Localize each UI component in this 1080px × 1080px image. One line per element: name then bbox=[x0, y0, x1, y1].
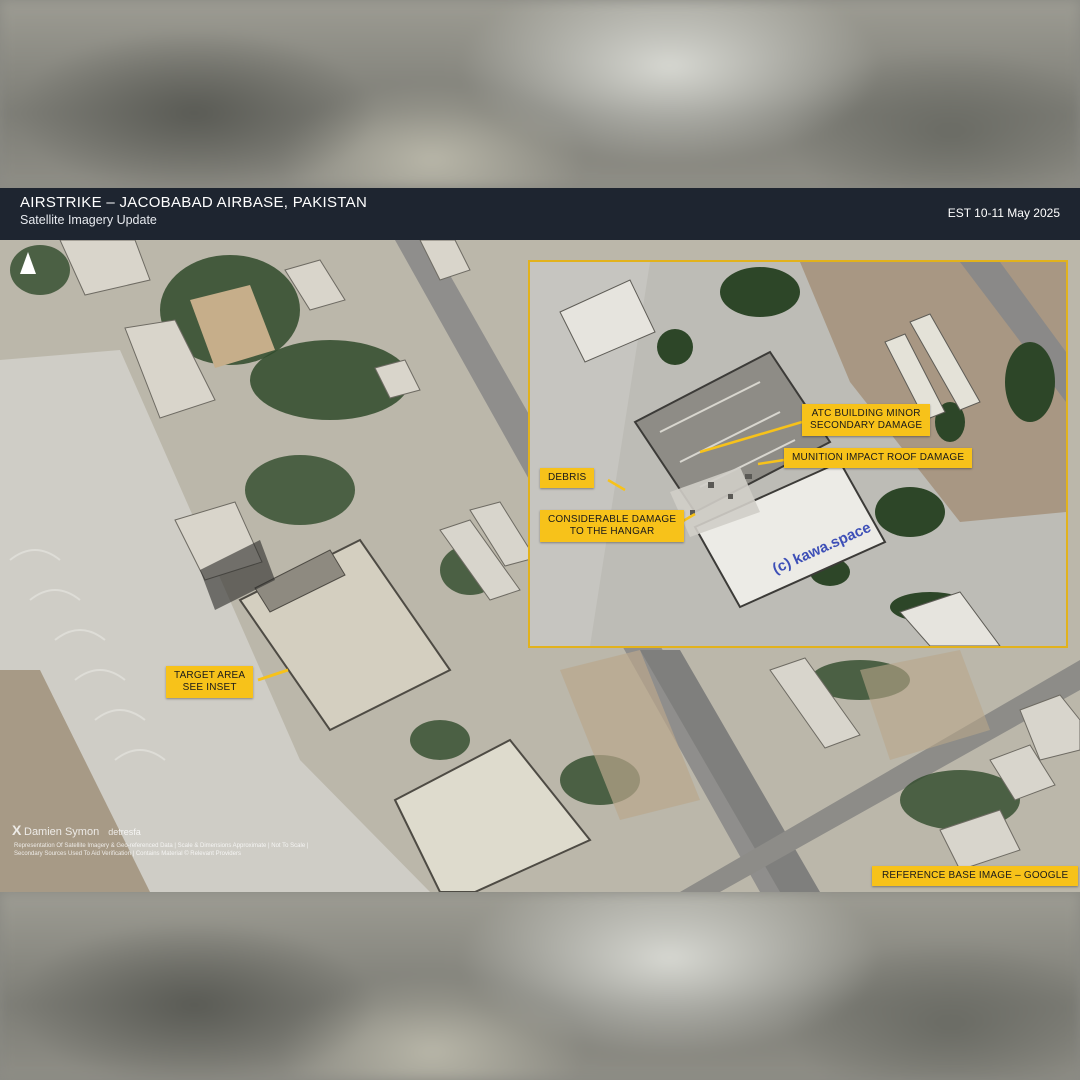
damage-inset: ATC BUILDING MINOR SECONDARY DAMAGE MUNI… bbox=[528, 260, 1068, 648]
imagery-date: EST 10-11 May 2025 bbox=[947, 206, 1060, 220]
x-logo-icon: X bbox=[12, 822, 22, 838]
munition-impact-label: MUNITION IMPACT ROOF DAMAGE bbox=[784, 448, 973, 468]
satellite-map: TARGET AREA SEE INSET REFERENCE BASE IMA… bbox=[0, 240, 1080, 892]
debris-label: DEBRIS bbox=[540, 468, 595, 488]
imagery-card: AIRSTRIKE – JACOBABAD AIRBASE, PAKISTAN … bbox=[0, 188, 1080, 892]
fine-print: Representation Of Satellite Imagery & Ge… bbox=[14, 843, 309, 857]
reference-label: REFERENCE BASE IMAGE – GOOGLE bbox=[872, 866, 1079, 886]
header-bar: AIRSTRIKE – JACOBABAD AIRBASE, PAKISTAN … bbox=[0, 188, 1080, 240]
author-credit: Damien Symon detresfa bbox=[24, 826, 141, 838]
author-name: Damien Symon bbox=[24, 826, 100, 838]
page-subtitle: Satellite Imagery Update bbox=[20, 213, 157, 227]
author-handle: detresfa bbox=[108, 827, 141, 837]
blurred-backdrop-bottom bbox=[0, 892, 1080, 1080]
page-title: AIRSTRIKE – JACOBABAD AIRBASE, PAKISTAN bbox=[20, 194, 368, 211]
blurred-backdrop-top bbox=[0, 0, 1080, 188]
hangar-damage-label: CONSIDERABLE DAMAGE TO THE HANGAR bbox=[540, 510, 685, 542]
atc-damage-label: ATC BUILDING MINOR SECONDARY DAMAGE bbox=[802, 404, 931, 436]
